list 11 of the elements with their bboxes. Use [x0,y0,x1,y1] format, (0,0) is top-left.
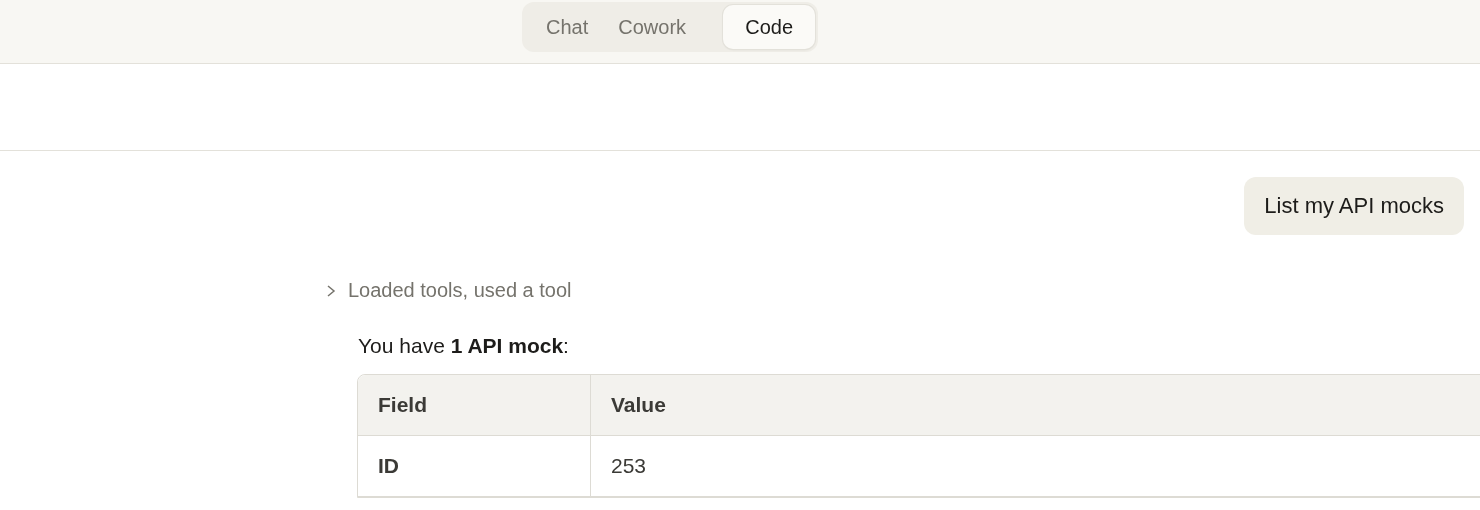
table-cell: 253 [591,436,1480,497]
user-message: List my API mocks [1244,177,1464,235]
tool-summary-toggle[interactable]: Loaded tools, used a tool [326,279,572,302]
chevron-icon [326,283,336,298]
reply-text: You have 1 API mock: [358,334,570,358]
mode-tab[interactable]: Cowork [606,5,699,49]
column-header: Field [358,375,591,436]
mode-tab[interactable]: Code [723,5,815,49]
mode-tab[interactable]: Chat [534,5,601,49]
column-header: Value [591,375,1480,436]
table-cell: ID [358,436,591,497]
